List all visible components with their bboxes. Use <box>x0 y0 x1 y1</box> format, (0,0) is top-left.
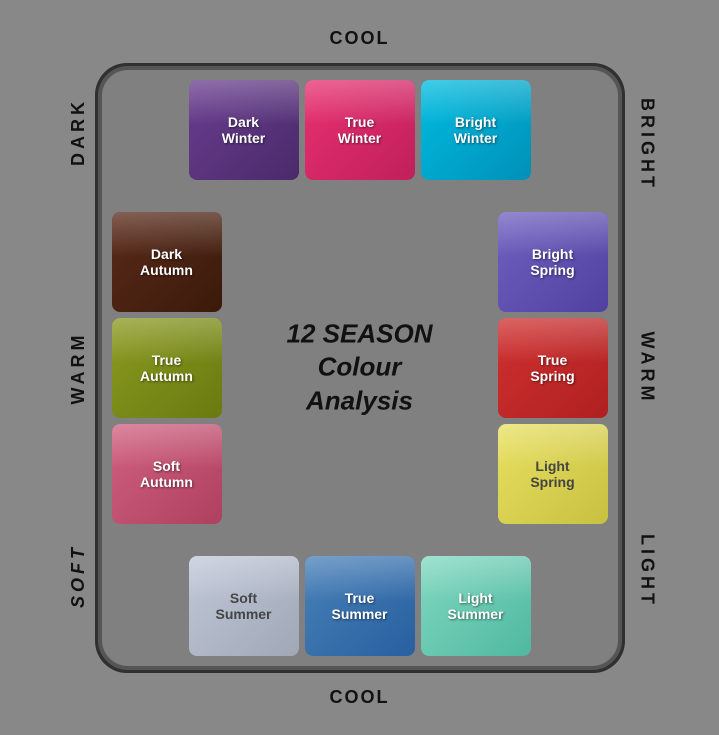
right-col: BrightSpring TrueSpring LightSpring <box>498 212 608 524</box>
label-dark: DARK <box>68 98 89 166</box>
season-bright-spring[interactable]: BrightSpring <box>498 212 608 312</box>
label-warm-left: WARM <box>68 331 89 404</box>
center-line1: 12 SEASON <box>287 318 433 348</box>
season-light-spring[interactable]: LightSpring <box>498 424 608 524</box>
main-board: DarkWinter TrueWinter BrightWinter SoftS… <box>98 66 622 670</box>
season-soft-summer[interactable]: SoftSummer <box>189 556 299 656</box>
season-dark-winter[interactable]: DarkWinter <box>189 80 299 180</box>
season-dark-autumn[interactable]: DarkAutumn <box>112 212 222 312</box>
bottom-row: SoftSummer TrueSummer LightSummer <box>189 556 531 656</box>
left-col: DarkAutumn TrueAutumn SoftAutumn <box>112 212 222 524</box>
season-true-spring[interactable]: TrueSpring <box>498 318 608 418</box>
center-line2: Colour <box>318 352 402 382</box>
season-light-summer[interactable]: LightSummer <box>421 556 531 656</box>
label-cool-bottom: COOL <box>330 687 390 708</box>
season-true-autumn[interactable]: TrueAutumn <box>112 318 222 418</box>
season-true-winter[interactable]: TrueWinter <box>305 80 415 180</box>
label-soft: SOFT <box>68 544 89 608</box>
label-light: LIGHT <box>637 534 658 608</box>
diagram-container: COOL COOL DARK BRIGHT WARM WARM SOFT LIG… <box>50 28 670 708</box>
center-line3: Analysis <box>306 385 413 415</box>
season-true-summer[interactable]: TrueSummer <box>305 556 415 656</box>
season-bright-winter[interactable]: BrightWinter <box>421 80 531 180</box>
label-bright: BRIGHT <box>637 98 658 191</box>
label-warm-right: WARM <box>637 331 658 404</box>
center-text: 12 SEASON Colour Analysis <box>287 317 433 418</box>
top-row: DarkWinter TrueWinter BrightWinter <box>189 80 531 180</box>
label-cool-top: COOL <box>330 28 390 49</box>
season-soft-autumn[interactable]: SoftAutumn <box>112 424 222 524</box>
